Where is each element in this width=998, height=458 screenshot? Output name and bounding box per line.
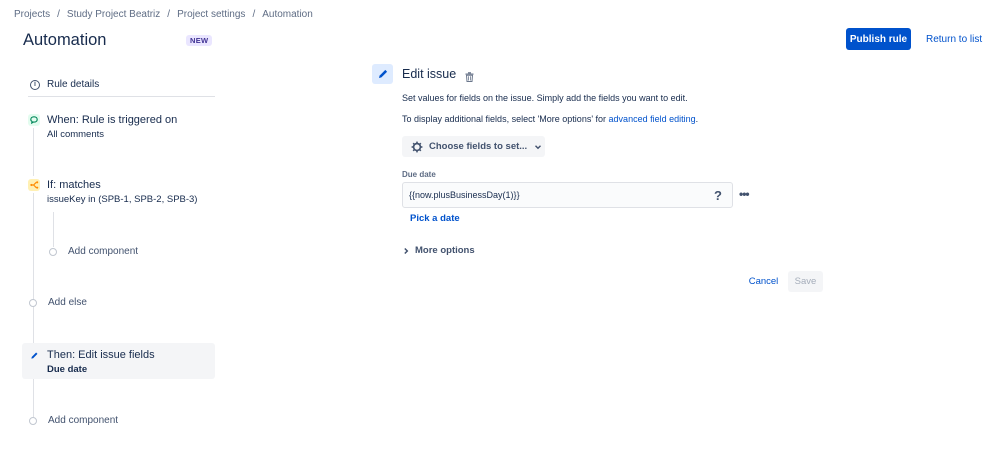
condition-step[interactable]: If: matches issueKey in (SPB-1, SPB-2, S… (28, 179, 214, 209)
action-subtitle: Due date (47, 364, 88, 375)
rule-details-item[interactable]: i Rule details (28, 72, 214, 97)
add-node-circle-icon (49, 247, 57, 256)
connector-line (33, 193, 34, 300)
trigger-subtitle: All comments (47, 129, 105, 140)
breadcrumb-separator: / (252, 9, 256, 20)
add-component[interactable]: Add component (29, 415, 118, 426)
add-node-circle-icon (29, 298, 37, 307)
action-title: Then: Edit issue fields (47, 349, 155, 361)
return-to-list-link[interactable]: Return to list (926, 34, 982, 45)
add-component-nested[interactable]: Add component (49, 246, 138, 257)
help-icon[interactable]: ? (714, 188, 722, 203)
add-else[interactable]: Add else (29, 297, 87, 308)
due-date-input[interactable] (402, 182, 733, 208)
pencil-icon (372, 64, 393, 84)
editor-title: Edit issue (402, 67, 457, 81)
pick-a-date-link[interactable]: Pick a date (410, 213, 460, 224)
breadcrumb-project[interactable]: Study Project Beatriz (67, 9, 160, 20)
trash-icon[interactable] (465, 69, 474, 82)
breadcrumb-project-settings[interactable]: Project settings (177, 9, 245, 20)
due-date-label: Due date (402, 170, 436, 179)
chevron-down-icon (535, 144, 542, 149)
page-title: Automation (23, 31, 107, 49)
info-icon: i (30, 79, 40, 90)
choose-fields-label: Choose fields to set... (429, 141, 528, 152)
additional-info-suffix: . (695, 114, 699, 124)
advanced-field-editing-link[interactable]: advanced field editing (609, 114, 696, 124)
breadcrumb-separator: / (167, 9, 171, 20)
trigger-title: When: Rule is triggered on (47, 114, 178, 126)
more-options-label: More options (415, 245, 475, 256)
cancel-button[interactable]: Cancel (742, 271, 785, 292)
branch-condition-icon (28, 179, 40, 191)
more-options-toggle[interactable]: More options (402, 245, 475, 256)
trigger-step[interactable]: When: Rule is triggered on All comments (28, 114, 214, 144)
breadcrumb-separator: / (57, 9, 60, 20)
divider (28, 96, 215, 97)
editor-description: Set values for fields on the issue. Simp… (402, 93, 688, 103)
breadcrumb-projects[interactable]: Projects (14, 9, 50, 20)
editor-additional-info: To display additional fields, select 'Mo… (402, 114, 698, 124)
gear-icon (411, 141, 423, 152)
add-node-circle-icon (29, 416, 37, 425)
add-component-label: Add component (68, 246, 139, 257)
comment-trigger-icon (28, 114, 40, 126)
pencil-icon (28, 349, 40, 361)
new-badge: NEW (186, 35, 213, 46)
more-actions-icon[interactable]: ••• (739, 188, 750, 200)
choose-fields-button[interactable]: Choose fields to set... (402, 136, 545, 157)
chevron-right-icon (404, 247, 409, 254)
breadcrumb-automation[interactable]: Automation (262, 9, 313, 20)
connector-line (33, 306, 34, 348)
add-else-label: Add else (48, 297, 87, 308)
breadcrumb: Projects / Study Project Beatriz / Proje… (14, 9, 313, 20)
condition-subtitle: issueKey in (SPB-1, SPB-2, SPB-3) (47, 194, 198, 205)
add-component-label: Add component (48, 415, 119, 426)
publish-rule-button[interactable]: Publish rule (846, 28, 911, 50)
rule-details-label: Rule details (47, 79, 100, 90)
action-step[interactable]: Then: Edit issue fields Due date (28, 349, 214, 379)
condition-title: If: matches (47, 179, 101, 191)
save-button[interactable]: Save (788, 271, 823, 292)
additional-info-text: To display additional fields, select 'Mo… (402, 114, 609, 124)
connector-line (53, 212, 54, 247)
